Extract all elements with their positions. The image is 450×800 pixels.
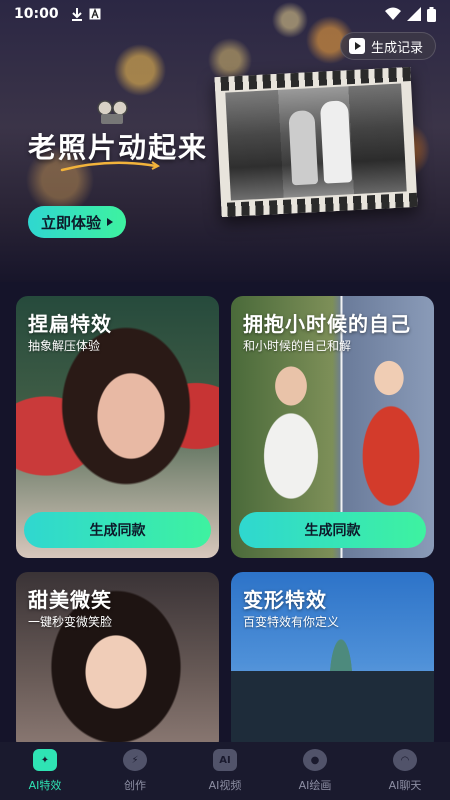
- nav-label: AI绘画: [298, 779, 332, 792]
- signal-icon: [407, 7, 421, 21]
- generate-same-button[interactable]: 生成同款: [24, 512, 211, 548]
- ai-video-icon: AI: [213, 749, 237, 771]
- ai-chat-icon: ◠: [393, 749, 417, 771]
- photo-figure: [288, 110, 319, 186]
- card-subtitle: 一键秒变微笑脸: [28, 615, 113, 629]
- nav-item-ai-painting[interactable]: ● AI绘画: [275, 749, 355, 793]
- nav-item-ai-chat[interactable]: ◠ AI聊天: [365, 749, 445, 793]
- effect-card-transform[interactable]: 变形特效 百变特效有你定义: [231, 572, 434, 752]
- try-now-button[interactable]: 立即体验: [28, 206, 126, 238]
- card-subtitle: 抽象解压体验: [28, 339, 101, 353]
- card-title: 拥抱小时候的自己: [243, 312, 411, 336]
- nav-item-create[interactable]: ⚡ 创作: [95, 749, 175, 793]
- nav-label: 创作: [124, 779, 146, 792]
- download-icon: [71, 8, 82, 21]
- status-time: 10:00: [14, 6, 59, 22]
- ai-effects-icon: ✦: [33, 749, 57, 771]
- nav-label: AI特效: [28, 779, 62, 792]
- create-icon: ⚡: [123, 749, 147, 771]
- nav-item-ai-video[interactable]: AI AI视频: [185, 749, 265, 793]
- nav-item-ai-effects[interactable]: ✦ AI特效: [5, 749, 85, 793]
- swoosh-decoration: [60, 161, 160, 172]
- battery-icon: [427, 6, 436, 22]
- font-notification-icon: [89, 8, 101, 20]
- photo-figure: [319, 100, 353, 184]
- ai-painting-icon: ●: [303, 749, 327, 771]
- card-title: 甜美微笑: [28, 588, 112, 612]
- wifi-icon: [385, 7, 401, 20]
- film-projector-icon: [97, 100, 128, 124]
- generate-same-button[interactable]: 生成同款: [239, 512, 426, 548]
- card-title: 变形特效: [243, 588, 327, 612]
- generation-record-label: 生成记录: [370, 40, 423, 56]
- effect-card-hug-childhood[interactable]: 拥抱小时候的自己 和小时候的自己和解 生成同款: [231, 296, 434, 558]
- card-title: 捏扁特效: [28, 312, 112, 336]
- card-subtitle: 和小时候的自己和解: [243, 339, 352, 353]
- effect-card-sweet-smile[interactable]: 甜美微笑 一键秒变微笑脸: [16, 572, 219, 752]
- video-play-icon: [348, 38, 365, 54]
- card-subtitle: 百变特效有你定义: [243, 615, 340, 629]
- bottom-navigation: ✦ AI特效 ⚡ 创作 AI AI视频 ● AI绘画 ◠ AI聊天: [0, 742, 450, 800]
- old-photo-film-image: [214, 66, 418, 218]
- play-arrow-icon: [107, 218, 113, 226]
- effect-card-squash[interactable]: 捏扁特效 抽象解压体验 生成同款: [16, 296, 219, 558]
- try-now-label: 立即体验: [40, 213, 101, 232]
- status-bar: 10:00: [0, 0, 450, 28]
- nav-label: AI视频: [208, 779, 242, 792]
- generation-record-button[interactable]: 生成记录: [339, 32, 436, 60]
- nav-label: AI聊天: [388, 779, 422, 792]
